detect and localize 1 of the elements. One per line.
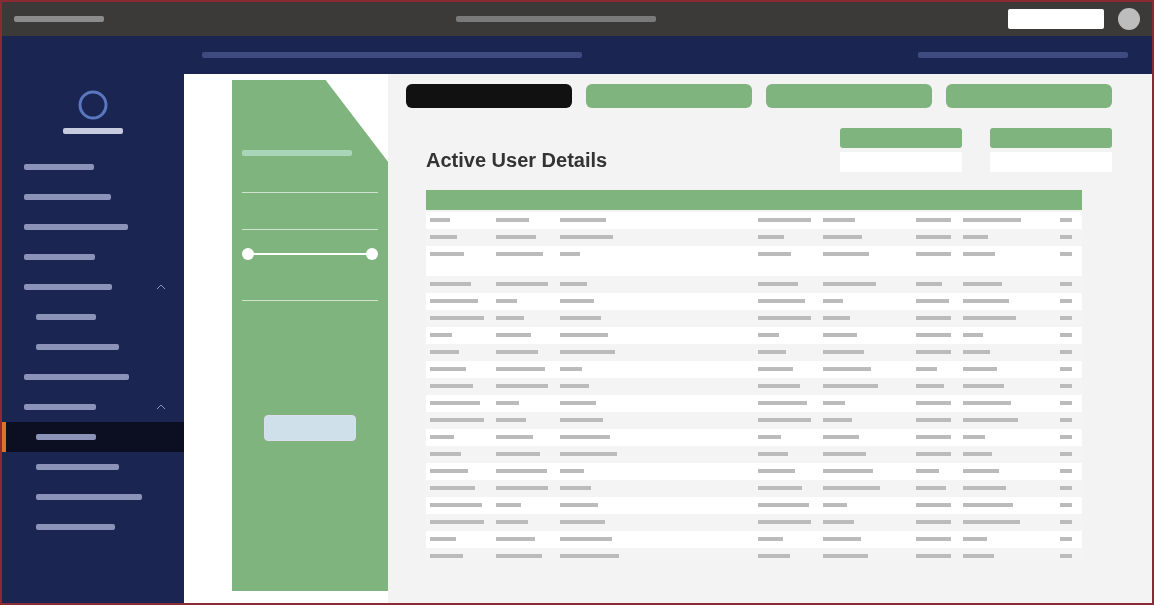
page-title: Active User Details <box>426 149 608 172</box>
